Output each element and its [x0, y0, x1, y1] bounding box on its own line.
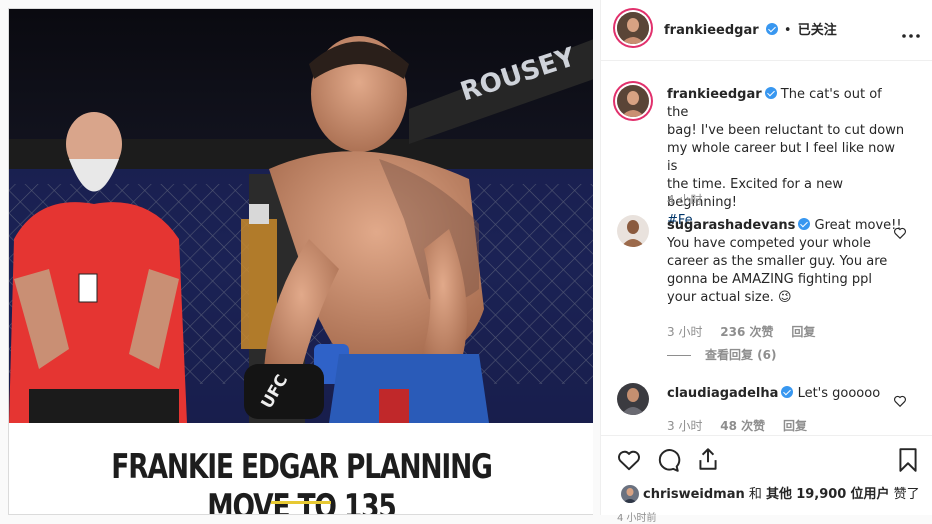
- comment-line-3: career as the smaller guy. You are: [667, 254, 888, 269]
- more-options-icon[interactable]: [901, 24, 921, 38]
- post-time-partial[interactable]: 4 小时前: [617, 509, 657, 524]
- view-replies-label: 查看回复 (6): [705, 348, 777, 362]
- verified-badge-icon: [764, 87, 777, 99]
- liker-avatar[interactable]: [621, 485, 639, 503]
- post-headline: FRANKIE EDGAR PLANNING MOVE TO 135: [111, 447, 493, 515]
- likes-others-label[interactable]: 其他: [766, 487, 792, 502]
- caption-line-2: bag! I've been reluctant to cut down: [667, 123, 905, 138]
- comment-like-count[interactable]: 48 次赞: [720, 419, 765, 433]
- comment-reply-button[interactable]: 回复: [791, 325, 815, 339]
- post-media[interactable]: ROUSEY UFC FRANKIE EDGAR PLANNING MOVE T…: [8, 8, 593, 515]
- comment-bubble-icon[interactable]: [655, 447, 681, 473]
- post-photo: ROUSEY UFC: [9, 9, 593, 423]
- caption-author-avatar[interactable]: [617, 85, 649, 117]
- likes-joiner: 和: [748, 487, 762, 502]
- comment-reply-button[interactable]: 回复: [783, 419, 807, 433]
- post-actions-bar: chrisweidman 和 其他 19,900 位用户 赞了 4 小时前: [601, 435, 932, 524]
- header-separator: •: [783, 23, 792, 38]
- comments-list[interactable]: frankieedgar The cat's out of the bag! I…: [601, 61, 932, 435]
- comment-line-1: Great move!!: [814, 218, 902, 233]
- comment-line-2: You have competed your whole: [667, 236, 871, 251]
- person-avatar-icon: [617, 12, 649, 44]
- commenter-avatar[interactable]: [617, 215, 649, 247]
- comment-line-5: your actual size. 😉: [667, 290, 792, 305]
- comment-time[interactable]: 3 小时: [667, 419, 702, 433]
- caption-line-3: my whole career but I feel like now is: [667, 141, 895, 174]
- author-avatar[interactable]: [617, 12, 649, 44]
- person-avatar-icon: [617, 85, 649, 117]
- likes-users-label[interactable]: 位用户: [851, 487, 890, 502]
- likes-summary: chrisweidman 和 其他 19,900 位用户 赞了: [621, 483, 920, 503]
- person-avatar-icon: [617, 383, 649, 415]
- verified-badge-icon: [765, 23, 778, 35]
- comment-username[interactable]: claudiagadelha: [667, 386, 778, 401]
- caption-username[interactable]: frankieedgar: [667, 87, 762, 102]
- post-header: frankieedgar • 已关注: [601, 0, 932, 61]
- comment-time[interactable]: 3 小时: [667, 325, 702, 339]
- author-username[interactable]: frankieedgar: [664, 23, 759, 38]
- liker-username[interactable]: chrisweidman: [643, 487, 745, 502]
- commenter-avatar[interactable]: [617, 383, 649, 415]
- share-upload-icon[interactable]: [695, 446, 721, 472]
- likes-liked-label: 赞了: [893, 487, 920, 502]
- view-replies-divider: [667, 355, 691, 356]
- verified-badge-icon: [798, 218, 811, 230]
- caption-line-4: the time. Excited for a new beginning!: [667, 177, 843, 210]
- view-replies-button[interactable]: 查看回复 (6): [667, 346, 777, 363]
- comment-username[interactable]: sugarashadevans: [667, 218, 795, 233]
- save-bookmark-icon[interactable]: [895, 447, 921, 473]
- post-side-panel: frankieedgar • 已关注 frankieedgar The cat'…: [600, 0, 932, 524]
- comment-line-1: Let's gooooo: [797, 386, 881, 401]
- verified-badge-icon: [781, 386, 794, 398]
- comment-line-4: gonna be AMAZING fighting ppl: [667, 272, 872, 287]
- headline-underline: [271, 501, 331, 504]
- comment-like-count[interactable]: 236 次赞: [720, 325, 773, 339]
- fighter-photo-illustration: ROUSEY UFC: [9, 9, 593, 423]
- likes-count[interactable]: 19,900: [796, 487, 846, 502]
- person-avatar-icon: [621, 485, 639, 503]
- caption-time[interactable]: 4 小时: [667, 191, 702, 208]
- like-heart-icon[interactable]: [616, 447, 642, 473]
- person-avatar-icon: [617, 215, 649, 247]
- instagram-post-window: ROUSEY UFC FRANKIE EDGAR PLANNING MOVE T…: [0, 0, 932, 524]
- follow-status-button[interactable]: 已关注: [798, 23, 837, 38]
- comment-like-heart-icon[interactable]: [893, 393, 907, 408]
- comment-like-heart-icon[interactable]: [893, 225, 907, 240]
